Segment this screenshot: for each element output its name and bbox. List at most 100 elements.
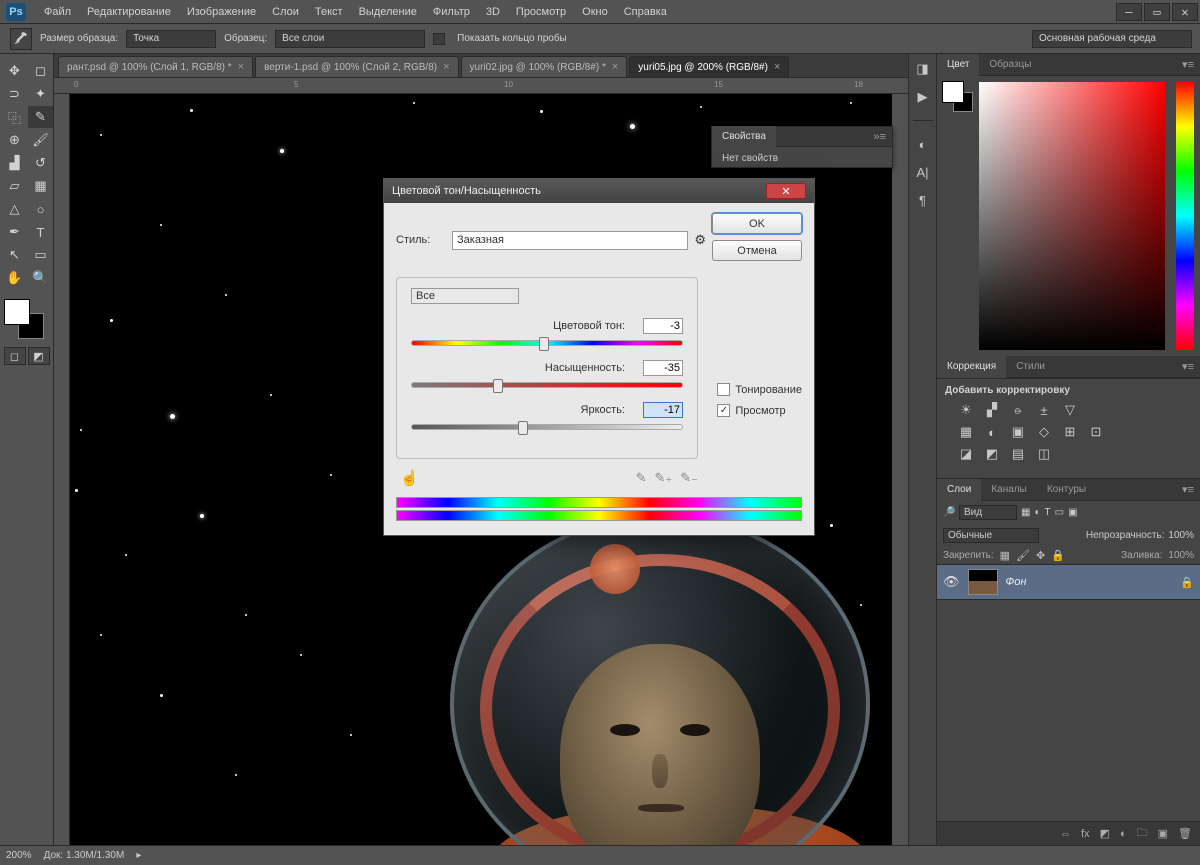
vertical-scrollbar[interactable] (892, 94, 908, 845)
gradient-tool[interactable]: ▦ (28, 175, 53, 197)
hue-slider[interactable] (411, 340, 683, 346)
adjustments-icon[interactable]: ◐ (914, 135, 932, 153)
curves-icon[interactable]: ⦵ (1009, 402, 1027, 418)
eyedropper-icon[interactable]: ✎ (636, 470, 647, 486)
filter-type-icon[interactable]: T (1045, 507, 1051, 518)
cancel-button[interactable]: Отмена (712, 240, 802, 261)
menu-view[interactable]: Просмотр (508, 0, 574, 24)
blend-mode-select[interactable]: Обычные (943, 528, 1039, 543)
color-tab[interactable]: Цвет (937, 54, 979, 76)
hue-range-bars[interactable] (396, 497, 802, 521)
threshold-icon[interactable]: ◩ (983, 446, 1001, 462)
hand-tool[interactable]: ✋ (2, 267, 27, 289)
menu-layers[interactable]: Слои (264, 0, 307, 24)
fill-value[interactable]: 100% (1168, 550, 1194, 561)
menu-window[interactable]: Окно (574, 0, 616, 24)
saturation-picker[interactable] (979, 82, 1165, 350)
adjustment-layer-icon[interactable]: ◐ (1120, 828, 1127, 840)
panel-menu-icon[interactable]: ▾≡ (1176, 483, 1200, 496)
lock-paint-icon[interactable]: 🖌 (1016, 549, 1030, 562)
exposure-icon[interactable]: ± (1035, 402, 1053, 418)
close-icon[interactable]: × (774, 61, 780, 73)
color-lookup-icon[interactable]: ⊞ (1061, 424, 1079, 440)
levels-icon[interactable]: ▞ (983, 402, 1001, 418)
lightness-slider[interactable] (411, 424, 683, 430)
status-arrow-icon[interactable]: ▸ (136, 850, 141, 861)
wand-tool[interactable]: ✦ (28, 83, 53, 105)
lock-transparent-icon[interactable]: ▦ (1000, 549, 1010, 562)
character-icon[interactable]: A| (914, 163, 932, 181)
layer-thumbnail[interactable] (968, 569, 998, 595)
properties-tab[interactable]: Свойства (712, 126, 776, 148)
hue-slider[interactable] (1176, 82, 1194, 350)
document-size[interactable]: Док: 1.30M/1.30M (44, 850, 125, 861)
eyedropper-sub-icon[interactable]: ✎₋ (680, 470, 698, 486)
history-brush-tool[interactable]: ↺ (28, 152, 53, 174)
eyedropper-tool[interactable]: ✎ (28, 106, 53, 128)
blur-tool[interactable]: △ (2, 198, 27, 220)
doc-tab[interactable]: верти-1.psd @ 100% (Слой 2, RGB/8)× (255, 56, 458, 77)
workspace-select[interactable]: Основная рабочая среда (1032, 30, 1192, 48)
opacity-value[interactable]: 100% (1168, 530, 1194, 541)
link-icon[interactable]: ⇔ (1060, 828, 1071, 840)
invert-icon[interactable]: ⊡ (1087, 424, 1105, 440)
layer-item[interactable]: 👁 Фон 🔒 (937, 564, 1200, 600)
selective-color-icon[interactable]: ◫ (1035, 446, 1053, 462)
menu-select[interactable]: Выделение (351, 0, 425, 24)
crop-tool[interactable]: ⿻ (2, 106, 27, 128)
filter-shape-icon[interactable]: ▭ (1055, 507, 1064, 518)
eyedropper-icon[interactable] (10, 28, 32, 50)
adjustments-tab[interactable]: Коррекция (937, 356, 1006, 378)
shape-tool[interactable]: ▭ (28, 244, 53, 266)
panel-menu-icon[interactable]: ▾≡ (1176, 58, 1200, 71)
menu-edit[interactable]: Редактирование (79, 0, 179, 24)
eyedropper-add-icon[interactable]: ✎₊ (654, 470, 672, 486)
mask-icon[interactable]: ◩ (1100, 827, 1110, 840)
filter-smart-icon[interactable]: ▣ (1068, 507, 1077, 518)
stamp-tool[interactable]: ▟ (2, 152, 27, 174)
zoom-level[interactable]: 200% (6, 850, 32, 861)
quickmask-button[interactable]: ◩ (28, 347, 50, 365)
photo-filter-icon[interactable]: ▣ (1009, 424, 1027, 440)
menu-image[interactable]: Изображение (179, 0, 264, 24)
lock-all-icon[interactable]: 🔒 (1051, 549, 1065, 562)
layer-filter-select[interactable]: Вид (959, 505, 1017, 520)
ok-button[interactable]: OK (712, 213, 802, 234)
sample-size-select[interactable]: Точка (126, 30, 216, 48)
panel-menu-icon[interactable]: »≡ (867, 131, 892, 143)
heal-tool[interactable]: ⊕ (2, 129, 27, 151)
filter-image-icon[interactable]: ▦ (1021, 507, 1030, 518)
paths-tab[interactable]: Контуры (1037, 479, 1096, 501)
close-icon[interactable]: × (443, 61, 449, 73)
move-tool[interactable]: ✥ (2, 60, 27, 82)
foreground-color[interactable] (4, 299, 30, 325)
saturation-slider[interactable] (411, 382, 683, 388)
close-icon[interactable]: × (238, 61, 244, 73)
doc-tab-active[interactable]: yuri05.jpg @ 200% (RGB/8#)× (629, 56, 789, 77)
gradient-map-icon[interactable]: ▤ (1009, 446, 1027, 462)
layers-tab[interactable]: Слои (937, 479, 981, 501)
saturation-input[interactable] (643, 360, 683, 376)
lightness-input[interactable] (643, 402, 683, 418)
color-swatches[interactable] (4, 299, 44, 339)
styles-tab[interactable]: Стили (1006, 356, 1055, 378)
hand-tool-icon[interactable]: ☝ (400, 469, 419, 487)
pen-tool[interactable]: ✒ (2, 221, 27, 243)
type-tool[interactable]: T (28, 221, 53, 243)
group-icon[interactable]: 🗀 (1137, 824, 1148, 843)
dialog-titlebar[interactable]: Цветовой тон/Насыщенность ✕ (384, 179, 814, 203)
history-icon[interactable]: ◨ (914, 60, 932, 78)
close-icon[interactable]: × (612, 61, 618, 73)
eraser-tool[interactable]: ▱ (2, 175, 27, 197)
menu-file[interactable]: Файл (36, 0, 79, 24)
panel-menu-icon[interactable]: ▾≡ (1176, 360, 1200, 373)
lock-move-icon[interactable]: ✥ (1036, 549, 1045, 562)
close-button[interactable]: ✕ (1172, 3, 1198, 21)
standard-mode-button[interactable]: ◻ (4, 347, 26, 365)
filter-adjust-icon[interactable]: ◐ (1034, 507, 1040, 518)
preview-checkbox[interactable]: ✓ (717, 404, 730, 417)
sample-source-select[interactable]: Все слои (275, 30, 425, 48)
doc-tab[interactable]: yuri02.jpg @ 100% (RGB/8#) *× (461, 56, 628, 77)
menu-filter[interactable]: Фильтр (425, 0, 478, 24)
menu-3d[interactable]: 3D (478, 0, 508, 24)
